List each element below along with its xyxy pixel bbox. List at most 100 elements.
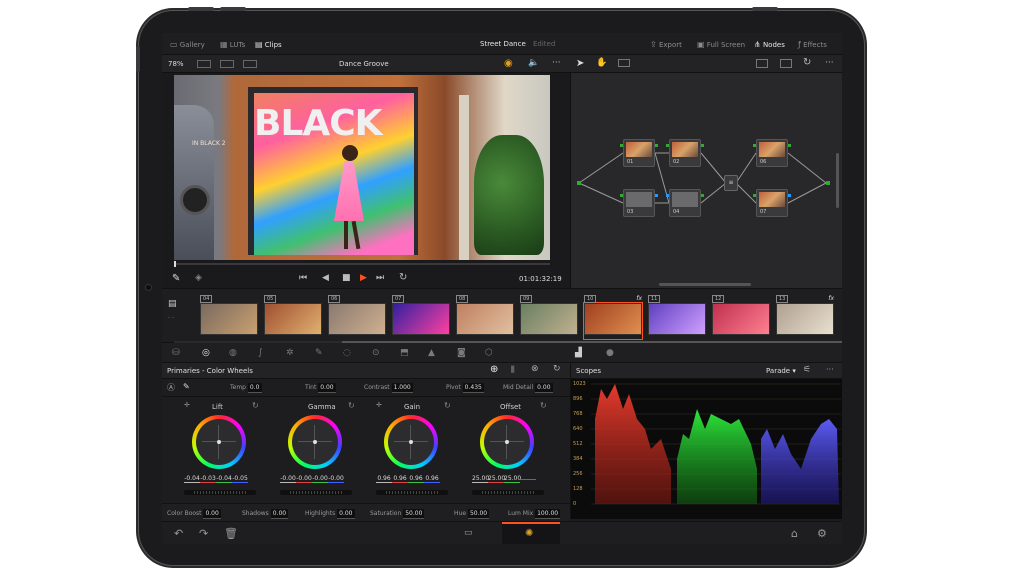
node-01[interactable]: 01: [620, 139, 658, 167]
key-icon[interactable]: ◙: [457, 348, 466, 358]
mid-detail-control[interactable]: Mid Detail 0.00: [503, 383, 553, 393]
scrub-bar[interactable]: [174, 263, 550, 265]
scope-settings-icon[interactable]: ⚟: [803, 365, 811, 375]
gallery-still-icon[interactable]: [756, 59, 768, 68]
node-02[interactable]: 02: [666, 139, 704, 167]
node-graph[interactable]: 01 02 03 04 ≡ 06 07: [570, 73, 842, 288]
viewer-mode-icon[interactable]: [197, 60, 211, 68]
pivot-control[interactable]: Pivot 0.435: [446, 383, 484, 393]
wheel-value[interactable]: 0.96: [376, 475, 392, 483]
tint-value[interactable]: 0.00: [318, 383, 336, 393]
undo-icon[interactable]: ↶: [174, 527, 183, 540]
timeline-clip[interactable]: 06: [328, 295, 386, 339]
hue-control[interactable]: Hue 50.00: [454, 509, 490, 519]
reset-icon[interactable]: ↻: [803, 57, 811, 68]
saturation-value[interactable]: 50.00: [403, 509, 425, 519]
wheel-value[interactable]: 0.96: [408, 475, 424, 483]
timeline-clip[interactable]: 11: [648, 295, 706, 339]
node-port[interactable]: [753, 144, 756, 147]
full-screen-button[interactable]: ▣ Full Screen: [697, 40, 745, 49]
timeline-clip[interactable]: 09: [520, 295, 578, 339]
wheel-value[interactable]: -0.00: [296, 475, 312, 483]
edit-page-icon[interactable]: ▭: [464, 528, 473, 538]
node-port[interactable]: [788, 194, 791, 197]
node-port[interactable]: [701, 144, 704, 147]
zoom-level[interactable]: 78%: [168, 60, 184, 68]
play-reverse-icon[interactable]: ◀: [322, 273, 329, 283]
wheel-reset-icon[interactable]: ↻: [348, 401, 355, 410]
tracker-icon[interactable]: ⊙: [372, 348, 380, 358]
wheel-value[interactable]: 25.00: [472, 475, 489, 483]
node-03[interactable]: 03: [620, 189, 658, 217]
color-wheel[interactable]: [192, 415, 246, 469]
color-wheel[interactable]: [288, 415, 342, 469]
info-icon[interactable]: ●: [606, 348, 614, 358]
highlights-value[interactable]: 0.00: [337, 509, 355, 519]
temp-value[interactable]: 0.0: [247, 383, 262, 393]
split-view-icon[interactable]: [220, 60, 234, 68]
wheel-value[interactable]: 25.00: [504, 475, 521, 483]
hand-icon[interactable]: ✋: [596, 58, 607, 68]
hue-value[interactable]: 50.00: [467, 509, 490, 519]
speaker-icon[interactable]: 🔈: [528, 58, 539, 68]
trash-icon[interactable]: 🗑: [224, 527, 238, 540]
lum-mix-control[interactable]: Lum Mix 100.00: [508, 509, 561, 519]
auto-balance-icon[interactable]: Ⓐ: [167, 382, 175, 393]
timeline-options[interactable]: ▤ ·· ··: [168, 299, 188, 333]
clips-tab[interactable]: ▤ Clips: [255, 40, 282, 49]
wheel-reset-icon[interactable]: ↻: [540, 401, 547, 410]
wheel-value[interactable]: -0.04: [216, 475, 232, 483]
timeline-clip[interactable]: 08: [456, 295, 514, 339]
picker-icon[interactable]: ✎: [183, 382, 190, 391]
wheel-handle[interactable]: [505, 440, 509, 444]
color-boost-control[interactable]: Color Boost 0.00: [167, 509, 221, 519]
node-output[interactable]: [826, 181, 830, 185]
wheel-picker-icon[interactable]: ✛: [184, 401, 190, 409]
master-wheel-slider[interactable]: [280, 490, 352, 495]
scope-mode-dropdown[interactable]: Parade ▾: [766, 367, 796, 375]
color-page-tab[interactable]: ✺: [502, 522, 560, 544]
node-04[interactable]: 04: [666, 189, 704, 217]
timeline-clip[interactable]: 13 fx: [776, 295, 834, 339]
eyedropper-tool-icon[interactable]: ✎: [315, 348, 323, 358]
timeline-clip[interactable]: 10 fx: [583, 295, 643, 340]
mixer-node-icon[interactable]: ≡: [724, 175, 738, 191]
grab-still-icon[interactable]: [780, 59, 792, 68]
camera-raw-icon[interactable]: ⛁: [172, 348, 180, 358]
color-icon[interactable]: ◉: [504, 58, 513, 69]
mid-detail-value[interactable]: 0.00: [535, 383, 553, 393]
node-scrollbar-h[interactable]: [659, 283, 751, 286]
highlights-control[interactable]: Highlights 0.00: [305, 509, 355, 519]
settings-gear-icon[interactable]: ⚙: [817, 527, 827, 540]
master-wheel-slider[interactable]: [376, 490, 448, 495]
wheel-value[interactable]: 0.96: [392, 475, 408, 483]
scopes-icon[interactable]: ▟: [575, 348, 582, 358]
scope-more-icon[interactable]: ···: [826, 365, 834, 374]
master-wheel-slider[interactable]: [184, 490, 256, 495]
more-icon[interactable]: ···: [552, 58, 561, 68]
playhead[interactable]: [174, 261, 176, 267]
blur-icon[interactable]: ▲: [428, 348, 435, 358]
wheel-value[interactable]: 0.96: [424, 475, 440, 483]
node-port[interactable]: [655, 144, 658, 147]
wheel-value[interactable]: -0.00: [328, 475, 344, 483]
pivot-value[interactable]: 0.435: [462, 383, 484, 393]
gallery-tab[interactable]: ▭ Gallery: [170, 40, 205, 49]
wheel-reset-icon[interactable]: ↻: [252, 401, 259, 410]
node-07[interactable]: 07: [753, 189, 791, 217]
wheel-value[interactable]: -0.05: [232, 475, 248, 483]
wheel-value[interactable]: -0.04: [184, 475, 200, 483]
lum-mix-value[interactable]: 100.00: [535, 509, 561, 519]
timeline-clip[interactable]: 07: [392, 295, 450, 339]
node-port[interactable]: [753, 194, 756, 197]
node-06[interactable]: 06: [753, 139, 791, 167]
qualifier-icon[interactable]: ✲: [286, 348, 294, 358]
node-port[interactable]: [620, 194, 623, 197]
hdr-wheels-icon[interactable]: ◍: [229, 348, 237, 358]
magic-mask-icon[interactable]: ⬒: [400, 348, 409, 358]
shadows-value[interactable]: 0.00: [270, 509, 289, 519]
wheel-value[interactable]: -0.00: [312, 475, 328, 483]
luts-tab[interactable]: ▦ LUTs: [220, 40, 245, 49]
color-boost-value[interactable]: 0.00: [203, 509, 221, 519]
loop-icon[interactable]: ↻: [399, 272, 407, 283]
